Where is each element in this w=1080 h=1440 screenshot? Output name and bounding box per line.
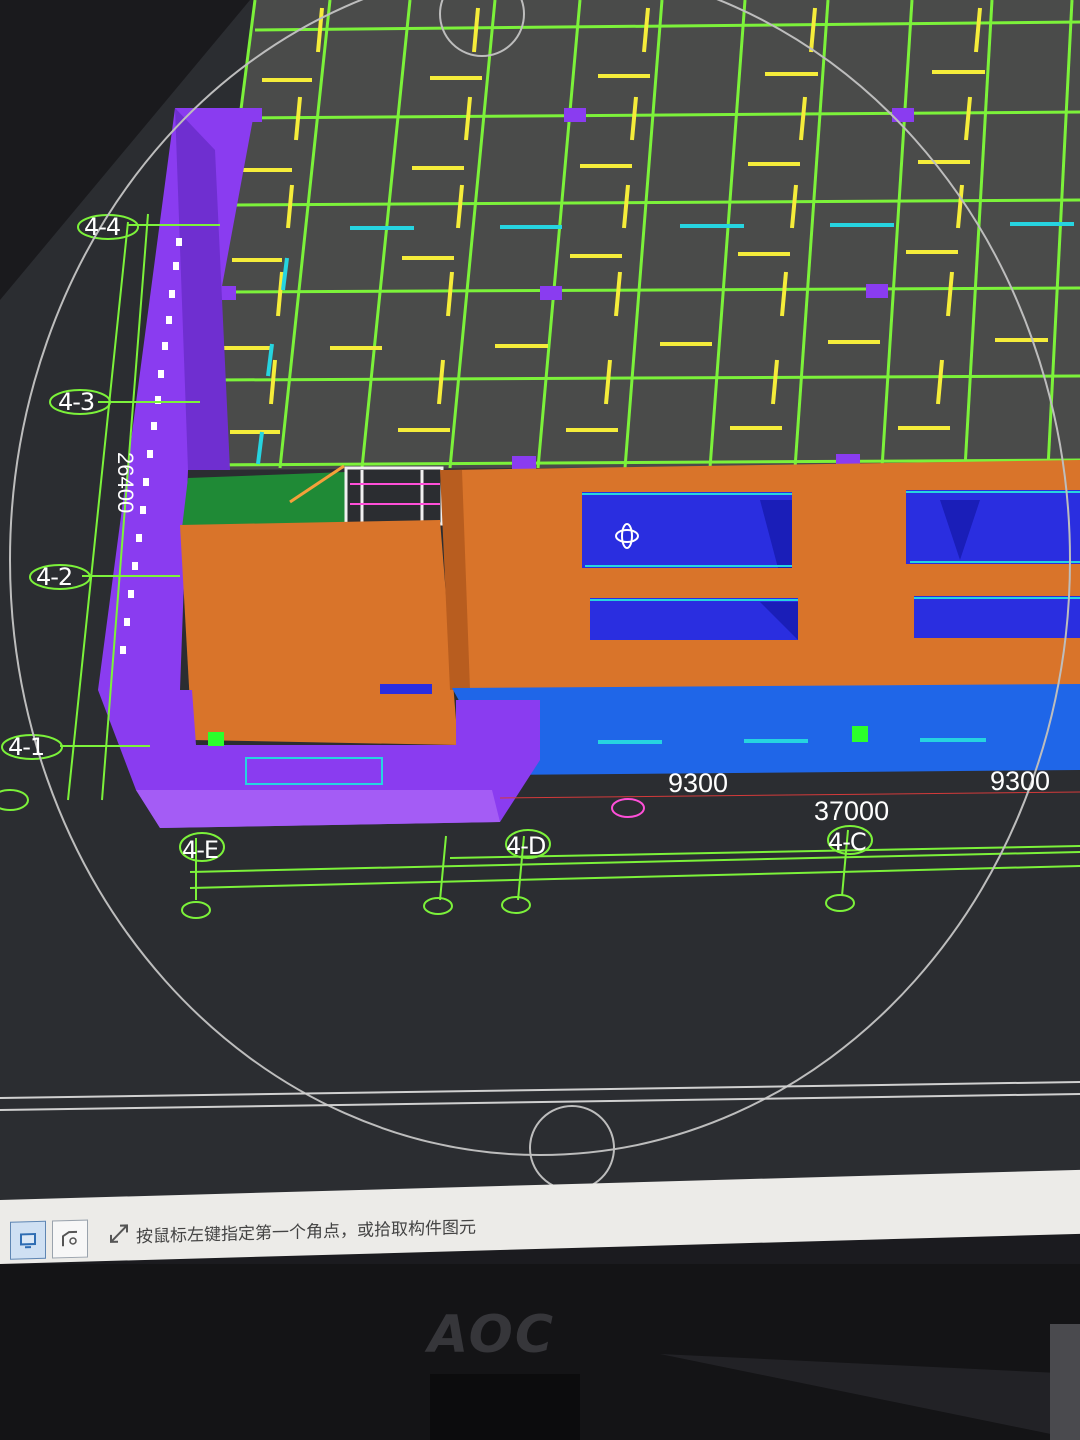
lower-slab: [452, 684, 1080, 775]
axis-label-row-4-2: 4-2: [36, 563, 73, 591]
corner-prompt-icon: [110, 1224, 128, 1243]
axis-label-row-4-1: 4-1: [8, 733, 45, 761]
roof-grid: [190, 0, 1080, 470]
command-prompt: 按鼠标左键指定第一个角点，或拾取构件图元: [136, 1217, 476, 1248]
axis-label-col-4-C: 4-C: [828, 828, 867, 856]
monitor-screen: 4-4 4-3 4-2 4-1 4-E 4-D 4-C 9300 9300 37…: [0, 0, 1080, 1440]
select-icon: [20, 1232, 36, 1249]
axis-label-row-4-4: 4-4: [84, 213, 121, 241]
dimension-bay-2: 9300: [990, 766, 1051, 796]
select-button[interactable]: [10, 1220, 46, 1260]
axis-label-col-4-D: 4-D: [506, 832, 546, 860]
axis-label-col-4-E: 4-E: [182, 836, 219, 864]
dimension-vertical: 26400: [113, 452, 138, 514]
monitor-brand-logo: AOC: [428, 1305, 556, 1365]
draw-icon: [62, 1230, 77, 1247]
dimension-overall: 37000: [814, 796, 890, 826]
orbit-cursor-icon: [615, 523, 639, 549]
axis-label-row-4-3: 4-3: [58, 388, 95, 416]
draw-button[interactable]: [52, 1219, 88, 1259]
dimension-bay-1: 9300: [668, 768, 729, 798]
